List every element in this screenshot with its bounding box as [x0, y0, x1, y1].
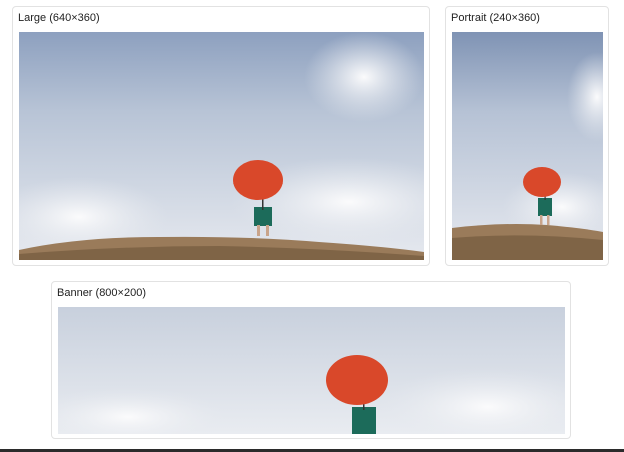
card-title-banner: Banner (800×200) — [57, 287, 146, 299]
umbrella-photo-banner — [58, 307, 565, 434]
photo-large — [19, 32, 424, 260]
card-title-large: Large (640×360) — [18, 12, 100, 24]
image-card-portrait: Portrait (240×360) — [445, 6, 609, 266]
image-size-gallery: Large (640×360) Portrait (240×360) Banne… — [0, 0, 624, 452]
photo-portrait — [452, 32, 603, 260]
card-title-portrait: Portrait (240×360) — [451, 12, 540, 24]
image-card-large: Large (640×360) — [12, 6, 430, 266]
umbrella-photo-large — [19, 32, 424, 260]
image-card-banner: Banner (800×200) — [51, 281, 571, 439]
umbrella-photo-portrait — [452, 32, 603, 260]
photo-banner — [58, 307, 565, 434]
